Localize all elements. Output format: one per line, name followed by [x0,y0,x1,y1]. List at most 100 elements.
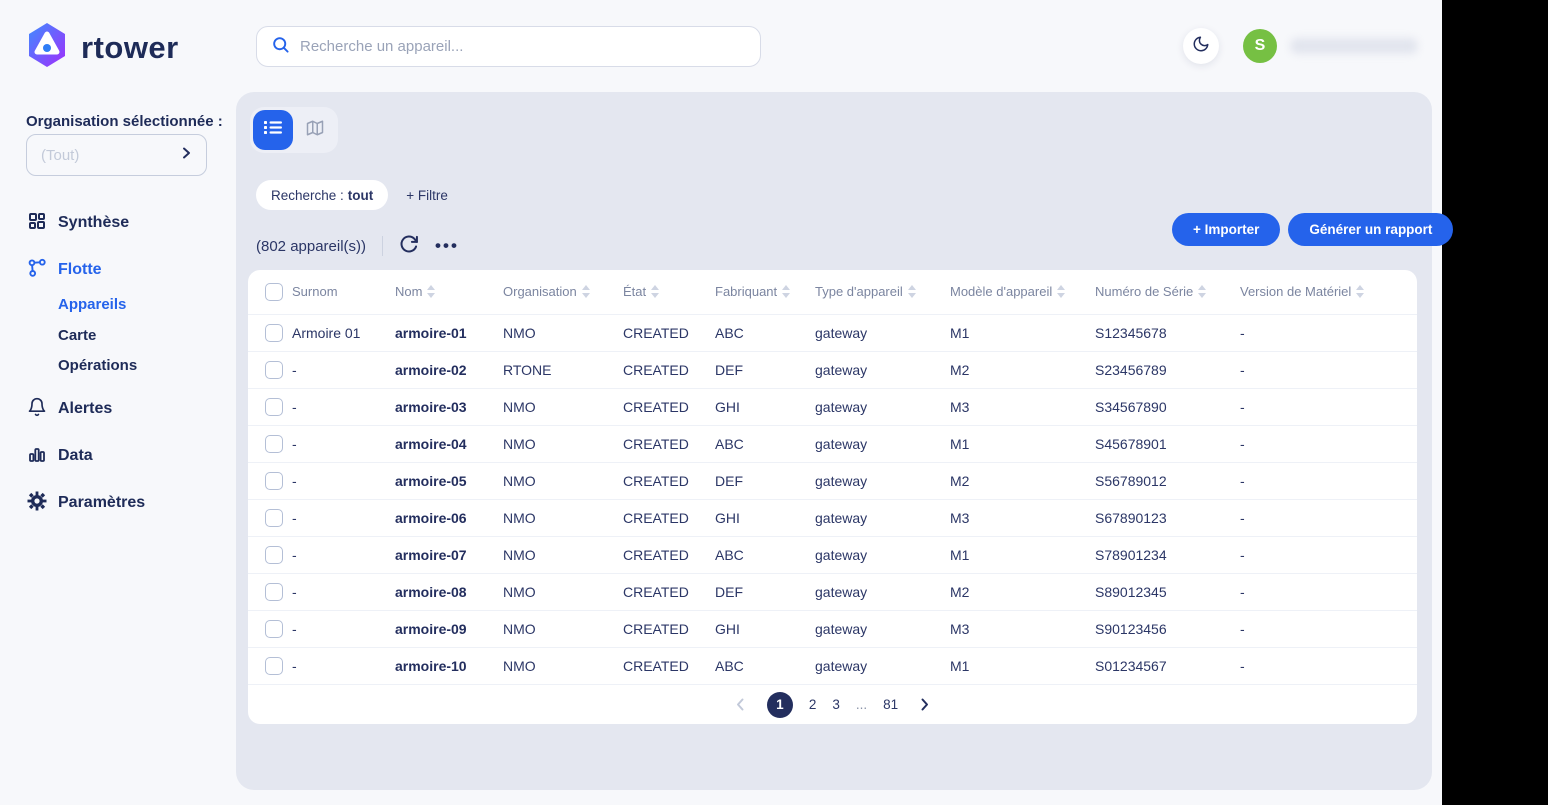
screen-black-strip [1442,0,1548,805]
sidebar-item-alertes[interactable]: Alertes [0,397,112,421]
row-checkbox[interactable] [265,583,283,601]
cell-modele: M3 [950,388,1095,425]
pagination: 123...81 [248,684,1417,724]
column-header[interactable]: Organisation [503,270,623,314]
cell-organisation: NMO [503,499,623,536]
row-checkbox[interactable] [265,546,283,564]
cell-etat: CREATED [623,462,715,499]
cell-nom: armoire-02 [395,351,503,388]
cell-modele: M1 [950,314,1095,351]
cell-serie: S78901234 [1095,536,1240,573]
map-view-icon [306,119,324,142]
list-view-button[interactable] [253,110,293,150]
cell-type: gateway [815,499,950,536]
table-header-row: Surnom Nom OrganisationÉtat FabriquantType … [248,270,1417,314]
page-button-active[interactable]: 1 [767,692,793,718]
table-row[interactable]: -armoire-06NMOCREATEDGHIgatewayM3S678901… [248,499,1417,536]
cell-type: gateway [815,314,950,351]
cell-fabriquant: ABC [715,647,815,684]
table-row[interactable]: Armoire 01armoire-01NMOCREATEDABCgateway… [248,314,1417,351]
table-row[interactable]: -armoire-03NMOCREATEDGHIgatewayM3S345678… [248,388,1417,425]
sidebar-item-data[interactable]: Data [0,444,93,468]
cell-fabriquant: GHI [715,388,815,425]
table-body: Armoire 01armoire-01NMOCREATEDABCgateway… [248,314,1417,684]
row-checkbox[interactable] [265,435,283,453]
user-name-redacted [1290,38,1418,54]
map-view-button[interactable] [295,110,335,150]
device-search[interactable] [256,26,761,67]
search-filter-chip[interactable]: Recherche : tout [256,180,388,210]
table-row[interactable]: -armoire-09NMOCREATEDGHIgatewayM3S901234… [248,610,1417,647]
row-checkbox[interactable] [265,398,283,416]
cell-organisation: NMO [503,425,623,462]
cell-surnom: - [292,388,395,425]
cell-type: gateway [815,536,950,573]
refresh-button[interactable] [399,234,419,259]
select-all-checkbox[interactable] [265,283,283,301]
sidebar-subitem-appareils[interactable]: Appareils [58,296,126,313]
cell-nom: armoire-07 [395,536,503,573]
page-button[interactable]: 3 [832,697,840,712]
next-page-button[interactable] [920,698,929,711]
column-header[interactable]: Numéro de Série [1095,270,1240,314]
cell-modele: M1 [950,536,1095,573]
sidebar-item-synthese[interactable]: Synthèse [0,211,129,235]
organisation-label: Organisation sélectionnée : [26,113,223,130]
cell-serie: S45678901 [1095,425,1240,462]
row-checkbox[interactable] [265,324,283,342]
row-checkbox[interactable] [265,620,283,638]
cell-fabriquant: ABC [715,314,815,351]
cell-surnom: - [292,351,395,388]
cell-version: - [1240,462,1417,499]
import-button[interactable]: + Importer [1172,213,1280,246]
pagination-pages: 123...81 [767,692,898,718]
column-header[interactable]: Modèle d'appareil [950,270,1095,314]
cell-serie: S89012345 [1095,573,1240,610]
column-header[interactable]: Version de Matériel [1240,270,1417,314]
column-label: Nom [395,284,422,299]
organisation-select[interactable]: (Tout) [26,134,207,176]
table-row[interactable]: -armoire-02RTONECREATEDDEFgatewayM2S2345… [248,351,1417,388]
add-filter-button[interactable]: + Filtre [406,188,448,203]
page-button[interactable]: 2 [809,697,817,712]
table-row[interactable]: -armoire-08NMOCREATEDDEFgatewayM2S890123… [248,573,1417,610]
cell-surnom: - [292,610,395,647]
cell-nom: armoire-08 [395,573,503,610]
theme-toggle-button[interactable] [1183,28,1219,64]
page-button[interactable]: 81 [883,697,898,712]
table-row[interactable]: -armoire-04NMOCREATEDABCgatewayM1S456789… [248,425,1417,462]
row-checkbox[interactable] [265,509,283,527]
sidebar-item-parametres[interactable]: Paramètres [0,491,145,515]
cell-version: - [1240,425,1417,462]
table-row[interactable]: -armoire-05NMOCREATEDDEFgatewayM2S567890… [248,462,1417,499]
sidebar-item-label: Paramètres [58,494,145,512]
sidebar-subitem-operations[interactable]: Opérations [58,357,137,374]
row-checkbox[interactable] [265,361,283,379]
user-avatar[interactable]: S [1243,29,1277,63]
table-row[interactable]: -armoire-07NMOCREATEDABCgatewayM1S789012… [248,536,1417,573]
previous-page-button[interactable] [736,698,745,711]
cell-type: gateway [815,425,950,462]
column-header[interactable]: Type d'appareil [815,270,950,314]
filter-chip-prefix: Recherche : [271,188,344,203]
column-header[interactable]: Fabriquant [715,270,815,314]
sidebar-subitem-carte[interactable]: Carte [58,327,96,344]
cell-version: - [1240,573,1417,610]
search-input[interactable] [300,38,746,55]
devices-table-card: Surnom Nom OrganisationÉtat FabriquantType … [248,270,1417,724]
cell-type: gateway [815,388,950,425]
row-checkbox[interactable] [265,472,283,490]
column-header[interactable]: Nom [395,270,503,314]
column-label: État [623,284,646,299]
more-actions-button[interactable]: ••• [435,236,459,256]
generate-report-button[interactable]: Générer un rapport [1288,213,1453,246]
cell-modele: M3 [950,610,1095,647]
sort-icon [651,285,659,298]
filter-chip-value: tout [348,188,373,203]
cell-nom: armoire-04 [395,425,503,462]
sidebar-item-flotte[interactable]: Flotte [0,258,102,282]
column-label: Surnom [292,284,338,299]
row-checkbox[interactable] [265,657,283,675]
column-header[interactable]: État [623,270,715,314]
table-row[interactable]: -armoire-10NMOCREATEDABCgatewayM1S012345… [248,647,1417,684]
